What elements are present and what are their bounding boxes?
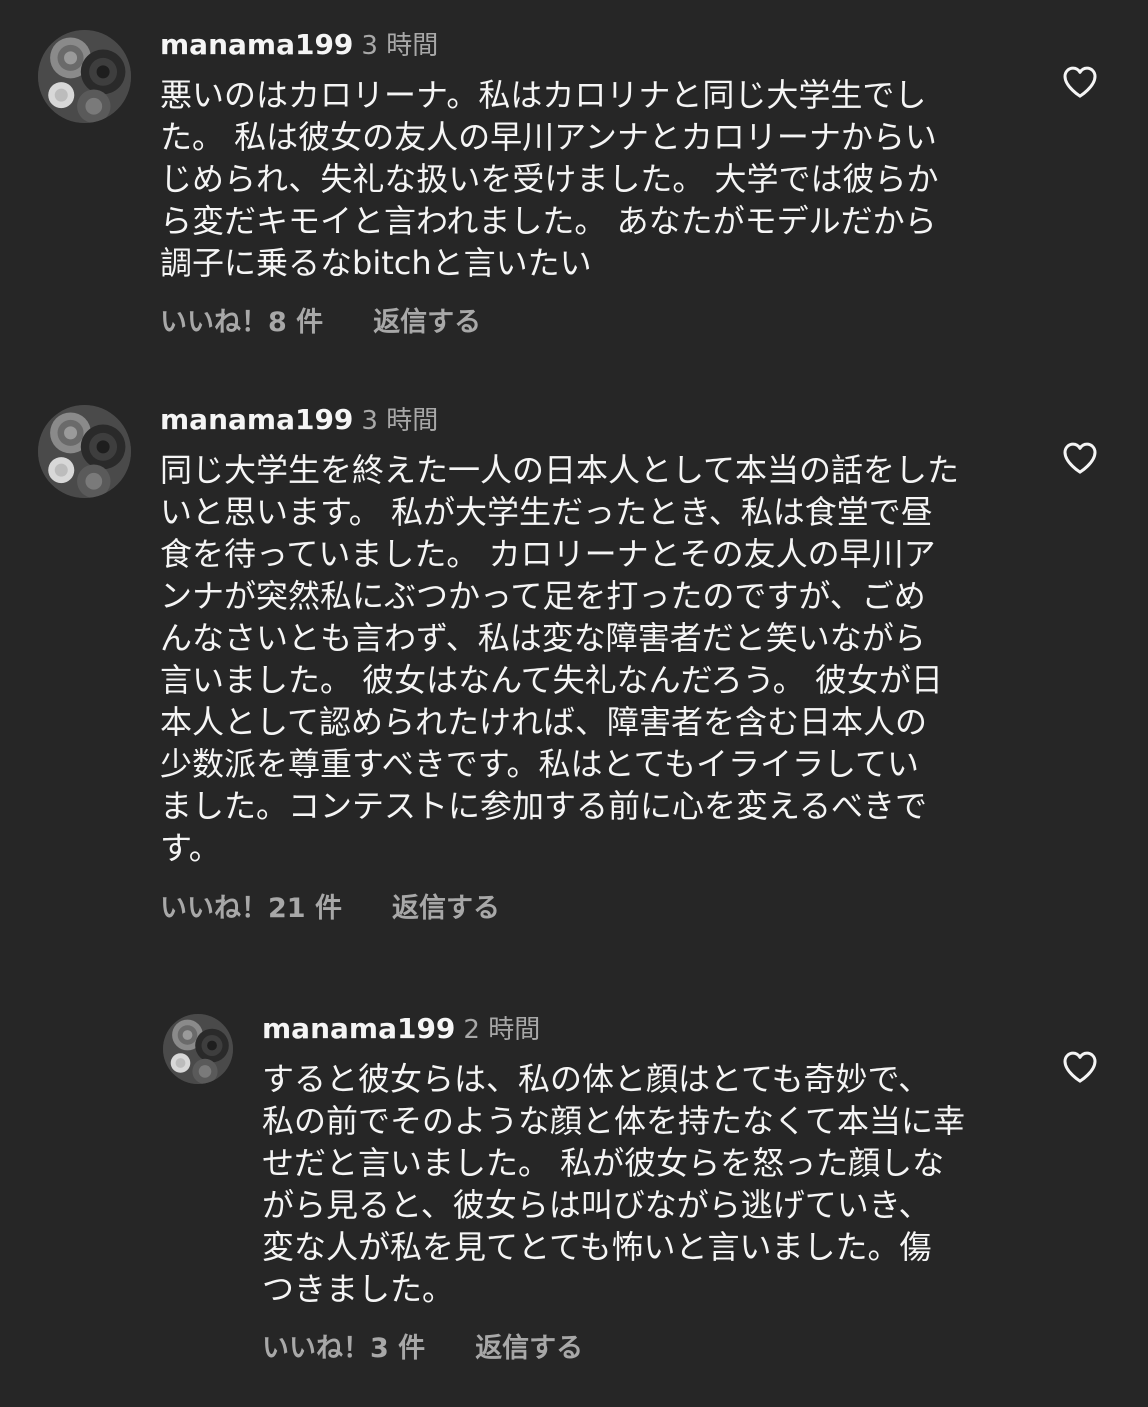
comment-actions: いいね！21 件 返信する <box>160 892 500 926</box>
comment-line: ンナが突然私にぶつかって足を打ったのですが、ごめ <box>160 577 926 615</box>
comment-line: すると彼女らは、私の体と顔はとても奇妙で、 <box>262 1060 931 1098</box>
comment-line: 少数派を尊重すべきです。私はとてもイライラしてい <box>160 745 920 783</box>
timestamp: 3 時間 <box>361 31 439 61</box>
comment-header: manama199 3 時間 <box>160 28 438 63</box>
heart-outline-icon[interactable] <box>1060 1047 1100 1087</box>
reply-button[interactable]: 返信する <box>392 892 500 926</box>
heart-outline-icon[interactable] <box>1060 438 1100 478</box>
comment-line: 言いました。 彼女はなんて失礼なんだろう。 彼女が日 <box>160 661 943 699</box>
rose-avatar-icon <box>38 405 131 498</box>
comment-line: がら見ると、彼女らは叫びながら逃げていき、 <box>262 1186 931 1224</box>
comment-header: manama199 2 時間 <box>262 1012 540 1047</box>
comment-line: ら変だキモイと言われました。 あなたがモデルだから <box>160 202 937 240</box>
avatar[interactable] <box>38 30 131 123</box>
avatar[interactable] <box>163 1014 233 1084</box>
comment-line: 食を待っていました。 カロリーナとその友人の早川ア <box>160 535 936 573</box>
like-count[interactable]: いいね！3 件 <box>262 1332 425 1366</box>
comment-line: つきました。 <box>262 1270 455 1308</box>
comment-header: manama199 3 時間 <box>160 403 438 438</box>
username[interactable]: manama199 <box>160 28 353 61</box>
like-count[interactable]: いいね！21 件 <box>160 892 342 926</box>
comment-actions: いいね！3 件 返信する <box>262 1332 583 1366</box>
comment-line: ました。コンテストに参加する前に心を変えるべきで <box>160 787 928 825</box>
comment-line: 同じ大学生を終えた一人の日本人として本当の話をした <box>160 451 960 489</box>
comment-line: す。 <box>160 829 221 867</box>
comment-text: 悪いのはカロリーナ。私はカロリナと同じ大学生でし た。 私は彼女の友人の早川アン… <box>160 74 939 284</box>
timestamp: 2 時間 <box>463 1015 541 1045</box>
comment-line: じめられ、失礼な扱いを受けました。 大学では彼らか <box>160 160 939 198</box>
comment-line: た。 私は彼女の友人の早川アンナとカロリーナからい <box>160 118 937 156</box>
comment-text: 同じ大学生を終えた一人の日本人として本当の話をした いと思います。 私が大学生だ… <box>160 449 959 869</box>
comment-line: 悪いのはカロリーナ。私はカロリナと同じ大学生でし <box>160 76 927 114</box>
reply-button[interactable]: 返信する <box>373 306 481 340</box>
heart-outline-icon[interactable] <box>1060 62 1100 102</box>
rose-avatar-icon <box>38 30 131 123</box>
comment-line: 変な人が私を見てとても怖いと言いました。傷 <box>262 1228 932 1266</box>
timestamp: 3 時間 <box>361 406 439 436</box>
comment-actions: いいね！8 件 返信する <box>160 306 481 340</box>
comment-line: 私の前でそのような顔と体を持たなくて本当に幸 <box>262 1102 966 1140</box>
avatar[interactable] <box>38 405 131 498</box>
comment-line: んなさいとも言わず、私は変な障害者だと笑いながら <box>160 619 926 657</box>
username[interactable]: manama199 <box>262 1012 455 1045</box>
comment-line: 本人として認められたければ、障害者を含む日本人の <box>160 703 928 741</box>
comment-text: すると彼女らは、私の体と顔はとても奇妙で、 私の前でそのような顔と体を持たなくて… <box>262 1058 965 1310</box>
rose-avatar-icon <box>163 1014 233 1084</box>
comment-line: いと思います。 私が大学生だったとき、私は食堂で昼 <box>160 493 933 531</box>
like-count[interactable]: いいね！8 件 <box>160 306 323 340</box>
comment-line: 調子に乗るなbitchと言いたい <box>160 244 592 282</box>
username[interactable]: manama199 <box>160 403 353 436</box>
comment-line: せだと言いました。 私が彼女らを怒った顔しな <box>262 1144 945 1182</box>
reply-button[interactable]: 返信する <box>475 1332 583 1366</box>
